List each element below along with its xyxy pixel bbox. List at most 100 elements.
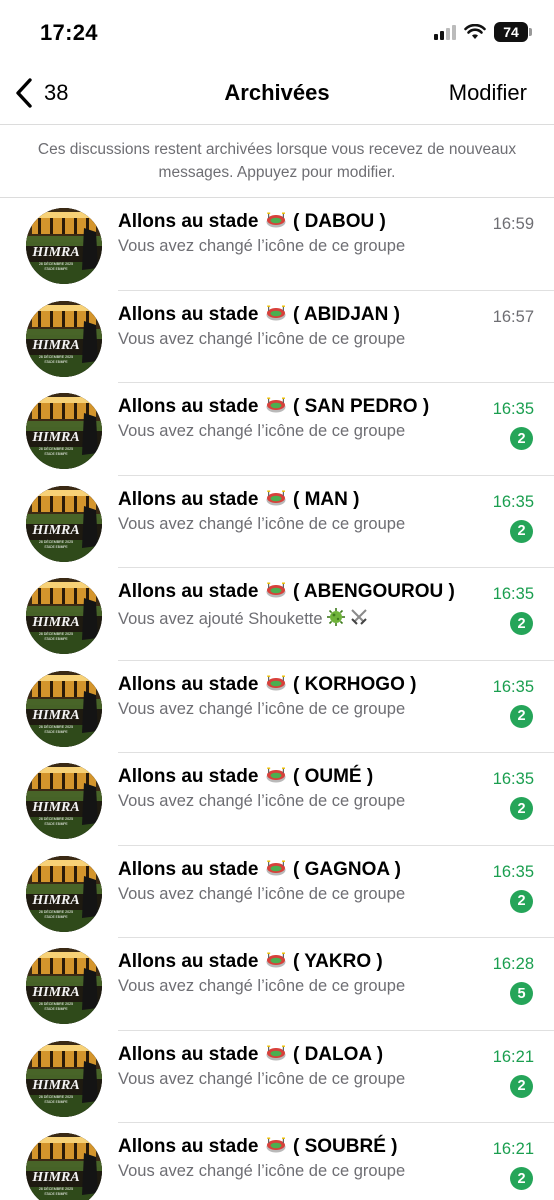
group-avatar-image: HIMRA 28 DÉCEMBRE 2025 STADE EBIMPE: [26, 1133, 102, 1200]
chat-preview-text: Vous avez changé l’icône de ce groupe: [118, 329, 406, 348]
chat-preview: Vous avez changé l’icône de ce groupe: [118, 237, 405, 256]
edit-button[interactable]: Modifier: [449, 80, 527, 106]
chat-time: 16:35: [492, 862, 534, 881]
stadium-emoji-icon: [266, 1137, 286, 1153]
chat-name-city: ( YAKRO ): [292, 951, 383, 972]
chat-name-city: ( SOUBRÉ ): [292, 1136, 398, 1157]
status-icons: 74: [434, 22, 532, 42]
unread-badge: 2: [510, 1167, 533, 1190]
chat-row[interactable]: HIMRA 28 DÉCEMBRE 2025 STADE EBIMPE Allo…: [0, 661, 554, 753]
chat-name-prefix: Allons au stade: [118, 396, 259, 417]
unread-badge: 2: [510, 797, 533, 820]
unread-badge: 2: [510, 427, 533, 450]
group-avatar[interactable]: HIMRA 28 DÉCEMBRE 2025 STADE EBIMPE: [26, 300, 102, 377]
chat-row[interactable]: HIMRA 28 DÉCEMBRE 2025 STADE EBIMPE Allo…: [0, 476, 554, 568]
group-avatar[interactable]: HIMRA 28 DÉCEMBRE 2025 STADE EBIMPE: [26, 1040, 102, 1117]
chat-name-prefix: Allons au stade: [118, 581, 259, 602]
stadium-emoji-icon: [266, 582, 286, 598]
unread-badge: 5: [510, 982, 533, 1005]
stadium-emoji-icon: [266, 860, 286, 875]
chat-name: Allons au stade ( MAN ): [118, 489, 359, 511]
stadium-emoji-icon: [266, 212, 286, 228]
chat-preview-text: Vous avez changé l’icône de ce groupe: [118, 1069, 406, 1088]
chat-name-prefix: Allons au stade: [118, 1043, 259, 1065]
chat-preview-text: Vous avez changé l’icône de ce groupe: [118, 514, 406, 533]
chat-row[interactable]: HIMRA 28 DÉCEMBRE 2025 STADE EBIMPE Allo…: [0, 753, 554, 846]
chat-row[interactable]: HIMRA 28 DÉCEMBRE 2025 STADE EBIMPE Allo…: [0, 1123, 554, 1200]
avatar-venue-text: STADE EBIMPE: [44, 1192, 67, 1196]
chat-preview-text: Vous avez changé l’icône de ce groupe: [118, 977, 406, 995]
avatar-logo-text: HIMRA: [31, 523, 79, 538]
avatar-date-text: 28 DÉCEMBRE 2025: [39, 909, 73, 914]
chat-name: Allons au stade ( DABOU ): [118, 211, 386, 233]
chat-time: 16:28: [492, 955, 534, 973]
avatar-venue-text: STADE EBIMPE: [44, 915, 67, 919]
group-avatar[interactable]: HIMRA 28 DÉCEMBRE 2025 STADE EBIMPE: [26, 763, 102, 839]
group-avatar[interactable]: HIMRA 28 DÉCEMBRE 2025 STADE EBIMPE: [26, 208, 102, 284]
group-avatar-image: HIMRA 28 DÉCEMBRE 2025 STADE EBIMPE: [26, 300, 102, 377]
unread-badge: 2: [510, 889, 533, 913]
crossed-swords-emoji-icon: [350, 609, 367, 625]
chat-row[interactable]: HIMRA 28 DÉCEMBRE 2025 STADE EBIMPE Allo…: [0, 198, 554, 291]
group-avatar[interactable]: HIMRA 28 DÉCEMBRE 2025 STADE EBIMPE: [26, 948, 102, 1024]
avatar-date-text: 28 DÉCEMBRE 2025: [39, 261, 73, 266]
group-avatar-image: HIMRA 28 DÉCEMBRE 2025 STADE EBIMPE: [26, 485, 102, 562]
chat-name-city: ( GAGNOA ): [292, 858, 401, 880]
chat-row[interactable]: HIMRA 28 DÉCEMBRE 2025 STADE EBIMPE Allo…: [0, 1031, 554, 1123]
stadium-emoji-icon: [266, 1045, 286, 1060]
chat-time: 16:35: [492, 400, 534, 418]
group-avatar[interactable]: HIMRA 28 DÉCEMBRE 2025 STADE EBIMPE: [26, 1133, 102, 1200]
avatar-venue-text: STADE EBIMPE: [44, 545, 67, 549]
avatar-date-text: 28 DÉCEMBRE 2025: [39, 724, 73, 729]
group-avatar[interactable]: HIMRA 28 DÉCEMBRE 2025 STADE EBIMPE: [26, 393, 102, 469]
chat-time: 16:59: [492, 215, 534, 233]
group-avatar[interactable]: HIMRA 28 DÉCEMBRE 2025 STADE EBIMPE: [26, 485, 102, 562]
chat-preview-text: Vous avez changé l’icône de ce groupe: [118, 792, 406, 810]
chat-name: Allons au stade ( SOUBRÉ ): [118, 1136, 397, 1158]
group-avatar-image: HIMRA 28 DÉCEMBRE 2025 STADE EBIMPE: [26, 670, 102, 747]
unread-badge: 2: [510, 704, 533, 728]
chat-preview: Vous avez changé l’icône de ce groupe: [118, 1162, 405, 1181]
group-avatar-image: HIMRA 28 DÉCEMBRE 2025 STADE EBIMPE: [26, 578, 102, 654]
stadium-emoji-icon: [266, 767, 286, 783]
chat-time: 16:35: [492, 585, 534, 603]
avatar-venue-text: STADE EBIMPE: [44, 1007, 67, 1011]
group-avatar-image: HIMRA 28 DÉCEMBRE 2025 STADE EBIMPE: [26, 208, 102, 284]
group-avatar-image: HIMRA 28 DÉCEMBRE 2025 STADE EBIMPE: [26, 948, 102, 1024]
chat-name-city: ( OUMÉ ): [292, 766, 374, 787]
chat-name: Allons au stade ( YAKRO ): [118, 951, 383, 973]
avatar-venue-text: STADE EBIMPE: [44, 730, 67, 734]
stadium-emoji-icon: [266, 490, 286, 505]
avatar-date-text: 28 DÉCEMBRE 2025: [39, 539, 73, 544]
avatar-logo-text: HIMRA: [31, 893, 79, 908]
chat-preview-text: Vous avez changé l’icône de ce groupe: [118, 884, 406, 903]
chat-name-city: ( MAN ): [292, 488, 360, 510]
chat-name-city: ( ABENGOUROU ): [292, 581, 455, 602]
group-avatar[interactable]: HIMRA 28 DÉCEMBRE 2025 STADE EBIMPE: [26, 578, 102, 654]
chat-row[interactable]: HIMRA 28 DÉCEMBRE 2025 STADE EBIMPE Allo…: [0, 568, 554, 661]
battery-level: 74: [503, 24, 519, 40]
chat-name-city: ( ABIDJAN ): [292, 303, 400, 325]
chat-preview: Vous avez ajouté Shoukette: [118, 607, 369, 629]
chat-name-prefix: Allons au stade: [118, 211, 259, 232]
chat-preview-text: Vous avez changé l’icône de ce groupe: [118, 1162, 406, 1180]
chat-time: 16:35: [492, 492, 534, 511]
chat-row[interactable]: HIMRA 28 DÉCEMBRE 2025 STADE EBIMPE Allo…: [0, 383, 554, 476]
chat-row[interactable]: HIMRA 28 DÉCEMBRE 2025 STADE EBIMPE Allo…: [0, 846, 554, 938]
chat-name: Allons au stade ( GAGNOA ): [118, 859, 401, 881]
avatar-venue-text: STADE EBIMPE: [44, 1100, 67, 1104]
unread-badge: 2: [510, 1074, 533, 1098]
chat-name-city: ( DABOU ): [292, 211, 386, 232]
chat-row[interactable]: HIMRA 28 DÉCEMBRE 2025 STADE EBIMPE Allo…: [0, 291, 554, 383]
group-avatar-image: HIMRA 28 DÉCEMBRE 2025 STADE EBIMPE: [26, 1040, 102, 1117]
avatar-date-text: 28 DÉCEMBRE 2025: [39, 1001, 73, 1006]
avatar-date-text: 28 DÉCEMBRE 2025: [39, 354, 73, 359]
group-avatar[interactable]: HIMRA 28 DÉCEMBRE 2025 STADE EBIMPE: [26, 855, 102, 932]
avatar-logo-text: HIMRA: [31, 245, 79, 260]
chat-preview: Vous avez changé l’icône de ce groupe: [118, 700, 405, 719]
group-avatar[interactable]: HIMRA 28 DÉCEMBRE 2025 STADE EBIMPE: [26, 670, 102, 747]
archive-info-banner[interactable]: Ces discussions restent archivées lorsqu…: [0, 124, 554, 198]
chat-row[interactable]: HIMRA 28 DÉCEMBRE 2025 STADE EBIMPE Allo…: [0, 938, 554, 1031]
avatar-logo-text: HIMRA: [31, 615, 79, 630]
chat-time: 16:35: [492, 677, 534, 696]
